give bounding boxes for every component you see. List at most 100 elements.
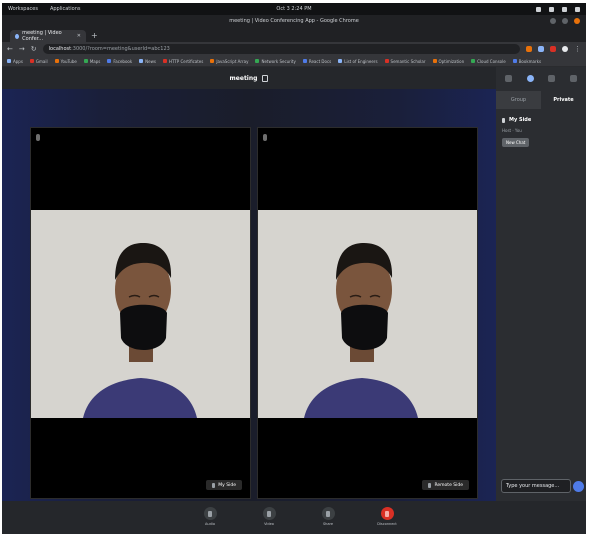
- tab-group[interactable]: Group: [496, 91, 541, 109]
- minimize-icon[interactable]: [550, 18, 556, 24]
- bookmark-label: HTTP Certificates: [168, 58, 204, 64]
- new-tab-icon[interactable]: +: [91, 31, 98, 40]
- workspaces-menu[interactable]: Workspaces: [8, 6, 38, 12]
- participants-icon[interactable]: [505, 74, 513, 82]
- bookmark-item[interactable]: YouTube: [54, 58, 77, 64]
- hang-up-icon: [385, 510, 389, 517]
- bookmark-item[interactable]: Semantic Scholar: [384, 59, 426, 64]
- disconnect-button[interactable]: Disconnect: [375, 507, 399, 526]
- bookmark-label: JavaScript Array: [216, 58, 249, 64]
- copy-link-icon[interactable]: [262, 74, 269, 82]
- close-window-icon[interactable]: [574, 18, 580, 24]
- os-clock[interactable]: Oct 3 2:24 PM: [276, 6, 311, 12]
- browser-tab[interactable]: meeting | Video Confer... ✕: [10, 30, 86, 42]
- bookmark-favicon-icon: [432, 59, 437, 63]
- window-title: meeting | Video Conferencing App - Googl…: [229, 18, 359, 24]
- menu-dots-icon[interactable]: ⋮: [574, 45, 581, 53]
- send-icon[interactable]: [573, 481, 584, 492]
- meeting-room-name: meeting: [229, 74, 258, 82]
- maximize-icon[interactable]: [562, 18, 568, 24]
- video-button[interactable]: Video: [257, 507, 281, 526]
- bookmark-label: List of Engineers: [344, 58, 378, 64]
- bookmark-favicon-icon: [83, 59, 88, 63]
- person-video-image: [31, 210, 250, 418]
- bookmark-label: Maps: [89, 58, 101, 64]
- meeting-toolbar: Audio Video Share Disconnect: [2, 501, 586, 534]
- bookmark-label: News: [145, 58, 156, 64]
- tab-favicon-icon: [15, 33, 20, 39]
- bookmark-label: Cloud Console: [477, 58, 506, 64]
- bookmark-favicon-icon: [162, 59, 167, 63]
- video-tile-local[interactable]: My Side: [30, 127, 251, 499]
- bookmark-label: Facebook: [113, 58, 133, 64]
- participant-entry-sub: Host · You: [502, 128, 522, 133]
- bookmark-favicon-icon: [512, 59, 517, 63]
- chat-input[interactable]: Type your message...: [501, 479, 571, 493]
- participant-entry-name: My Side: [509, 117, 532, 123]
- video-stage: My Side Remote Side: [2, 89, 496, 501]
- bookmark-item[interactable]: News: [139, 59, 156, 64]
- close-tab-icon[interactable]: ✕: [77, 33, 81, 39]
- extension-icon[interactable]: [550, 46, 556, 52]
- browser-tab-strip: meeting | Video Confer... ✕ +: [2, 27, 586, 42]
- meeting-header: meeting: [2, 67, 496, 89]
- profile-avatar-icon[interactable]: [562, 46, 568, 52]
- camera-icon: [267, 510, 271, 517]
- screenshot-frame: Workspaces Applications Oct 3 2:24 PM me…: [2, 3, 586, 534]
- chat-icon[interactable]: [526, 74, 534, 82]
- bookmark-label: Apps: [13, 58, 23, 64]
- bookmark-item[interactable]: HTTP Certificates: [162, 58, 204, 64]
- mic-icon: [428, 482, 432, 488]
- bookmark-label: Optimization: [438, 58, 465, 64]
- screen-share-icon: [326, 510, 330, 517]
- power-icon[interactable]: [575, 6, 580, 12]
- bookmark-label: Gmail: [35, 58, 48, 64]
- address-bar[interactable]: localhost :3000/?room=meeting&userId=abc…: [42, 44, 520, 54]
- bookmark-item[interactable]: React Docs: [302, 59, 331, 64]
- bookmark-label: Bookmarks: [518, 58, 542, 64]
- bookmark-item[interactable]: Gmail: [29, 58, 48, 64]
- address-path: :3000/?room=meeting&userId=abc123: [71, 46, 170, 52]
- back-icon[interactable]: ←: [7, 45, 13, 53]
- bookmark-label: Network Security: [261, 58, 296, 64]
- video-feed: [31, 210, 250, 418]
- audio-button[interactable]: Audio: [198, 507, 222, 526]
- bookmark-item[interactable]: Facebook: [107, 59, 132, 64]
- bookmark-favicon-icon: [471, 59, 476, 63]
- tab-private[interactable]: Private: [541, 91, 586, 109]
- bookmark-favicon-icon: [7, 59, 11, 63]
- bookmark-label: YouTube: [60, 58, 77, 64]
- forward-icon[interactable]: →: [19, 45, 25, 53]
- new-chat-button[interactable]: New Chat: [502, 138, 530, 147]
- participant-nametag: My Side: [206, 480, 242, 490]
- bookmark-item[interactable]: Optimization: [432, 58, 465, 64]
- extension-icon[interactable]: [538, 46, 544, 52]
- video-tile-remote[interactable]: Remote Side: [257, 127, 478, 499]
- volume-icon[interactable]: [549, 6, 554, 12]
- info-icon[interactable]: [569, 74, 577, 82]
- network-icon[interactable]: [536, 6, 541, 12]
- extension-icon[interactable]: [526, 46, 532, 52]
- bookmark-favicon-icon: [338, 59, 343, 63]
- os-top-bar: Workspaces Applications Oct 3 2:24 PM: [2, 3, 586, 15]
- applications-menu[interactable]: Applications: [50, 6, 81, 12]
- bookmark-item[interactable]: Network Security: [255, 58, 296, 64]
- mic-icon: [212, 482, 216, 488]
- battery-icon[interactable]: [562, 6, 567, 12]
- window-title-bar: meeting | Video Conferencing App - Googl…: [2, 15, 586, 27]
- share-button[interactable]: Share: [316, 507, 340, 526]
- bookmark-item[interactable]: Apps: [7, 59, 23, 64]
- participant-name: Remote Side: [434, 482, 463, 488]
- participant-nametag: Remote Side: [422, 480, 469, 490]
- bookmark-item[interactable]: List of Engineers: [338, 58, 378, 64]
- bookmark-item[interactable]: Cloud Console: [471, 59, 506, 64]
- bookmark-favicon-icon: [210, 59, 215, 63]
- bookmark-item[interactable]: JavaScript Array: [210, 59, 248, 64]
- disconnect-label: Disconnect: [377, 522, 397, 526]
- bookmark-item[interactable]: Bookmarks: [512, 58, 542, 64]
- settings-icon[interactable]: [548, 74, 556, 82]
- video-label: Video: [264, 522, 274, 526]
- reload-icon[interactable]: ↻: [31, 45, 37, 53]
- bookmark-favicon-icon: [384, 59, 389, 63]
- bookmark-item[interactable]: Maps: [83, 58, 101, 64]
